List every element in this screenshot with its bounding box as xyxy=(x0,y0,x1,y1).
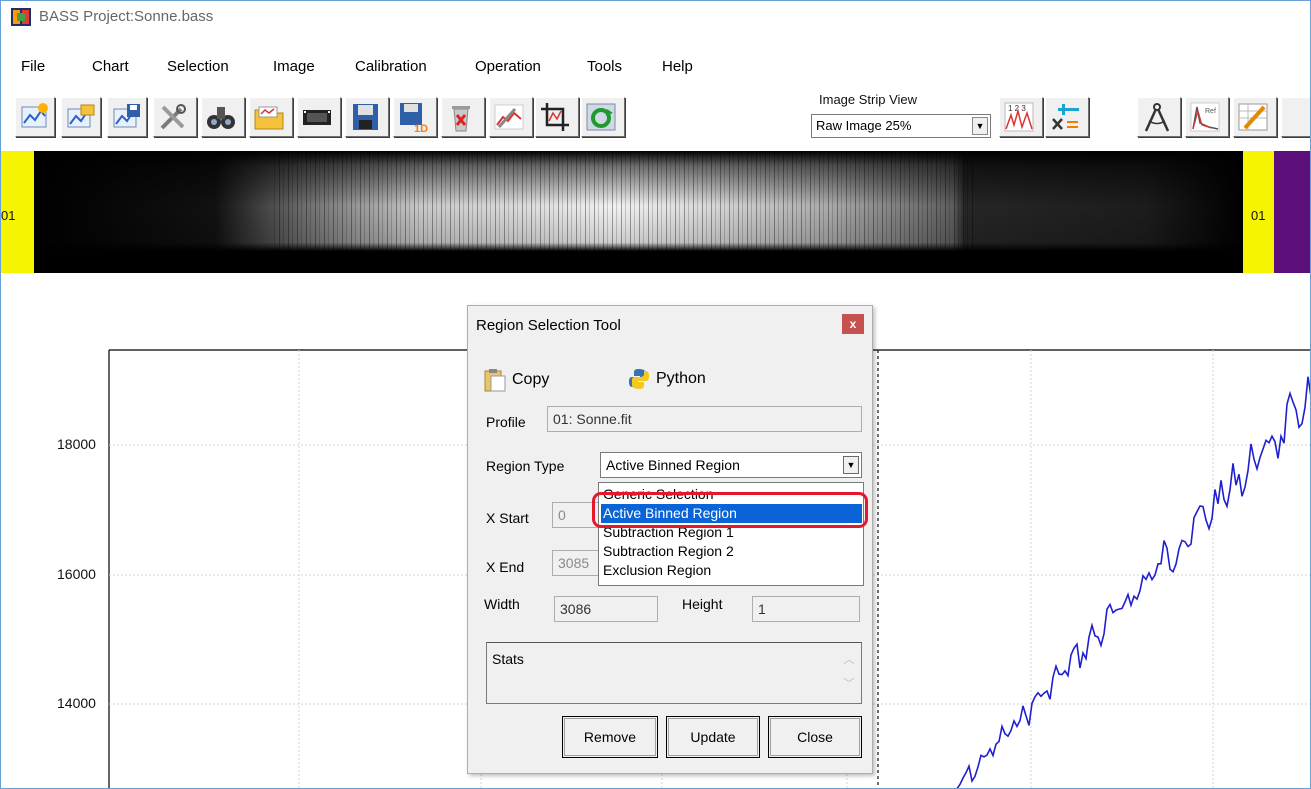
film-strip-icon xyxy=(303,110,331,125)
dialog-close-button[interactable]: x xyxy=(842,314,864,334)
close-button[interactable]: Close xyxy=(768,716,862,758)
width-field: 3086 xyxy=(554,596,658,622)
open-project-icon xyxy=(67,104,95,128)
open-folder-button[interactable] xyxy=(249,97,293,137)
settings-button[interactable] xyxy=(153,97,197,137)
menu-help[interactable]: Help xyxy=(662,58,693,76)
window-title: BASS Project:Sonne.bass xyxy=(39,8,214,25)
scroll-up-icon[interactable]: ︿ xyxy=(839,651,859,667)
dialog-title: Region Selection Tool xyxy=(476,317,621,334)
x-end-label: X End xyxy=(486,559,525,575)
menu-operation[interactable]: Operation xyxy=(475,58,541,76)
profile-field: 01: Sonne.fit xyxy=(547,406,862,432)
save-1d-icon: 1D xyxy=(400,103,428,133)
image-strip-view-select[interactable]: Raw Image 25% ▼ xyxy=(811,114,991,138)
menu-calibration[interactable]: Calibration xyxy=(355,58,427,76)
spectrum-image[interactable] xyxy=(34,151,1243,273)
reference-button[interactable]: Ref xyxy=(1185,97,1229,137)
film-strip-button[interactable] xyxy=(297,97,341,137)
save-project-icon xyxy=(113,104,140,128)
region-type-value: Active Binned Region xyxy=(606,457,740,473)
menu-chart[interactable]: Chart xyxy=(92,58,129,76)
main-window: BASS Project:Sonne.bass File Chart Selec… xyxy=(0,0,1311,789)
region-option-subtraction-region-2[interactable]: Subtraction Region 2 xyxy=(601,542,862,561)
line-id-button[interactable]: 1 2 3 xyxy=(999,97,1043,137)
highlight-annotation xyxy=(592,492,868,528)
menu-selection[interactable]: Selection xyxy=(167,58,229,76)
menu-bar: File Chart Selection Image Calibration O… xyxy=(1,33,1310,83)
save-icon xyxy=(353,104,378,130)
settings-tools-icon xyxy=(160,104,186,130)
y-tick-label: 18000 xyxy=(57,436,96,452)
menu-file[interactable]: File xyxy=(21,58,45,76)
binoculars-button[interactable] xyxy=(201,97,245,137)
region-option-exclusion-region[interactable]: Exclusion Region xyxy=(601,561,862,580)
save-1d-button[interactable]: 1D xyxy=(393,97,437,137)
refresh-icon xyxy=(586,103,616,131)
python-label: Python xyxy=(656,370,706,388)
stats-scrollbar[interactable]: ︿ ﹀ xyxy=(839,645,859,701)
y-tick-label: 16000 xyxy=(57,566,96,582)
y-tick-label: 14000 xyxy=(57,695,96,711)
image-strip-view-value: Raw Image 25% xyxy=(816,118,912,133)
save-button[interactable] xyxy=(345,97,389,137)
python-button[interactable]: Python xyxy=(628,368,706,390)
crop-button[interactable] xyxy=(535,97,579,137)
image-strip[interactable]: 01 01 xyxy=(1,151,1310,273)
toolbar: 1D 1 2 3 Ref xyxy=(1,85,1310,149)
width-label: Width xyxy=(484,596,520,612)
svg-text:1D: 1D xyxy=(414,123,428,133)
clipboard-icon xyxy=(484,369,506,392)
save-project-button[interactable] xyxy=(107,97,147,137)
chevron-down-icon[interactable]: ▼ xyxy=(972,117,988,135)
refresh-button[interactable] xyxy=(581,97,625,137)
open-project-button[interactable] xyxy=(61,97,101,137)
region-selection-dialog: Region Selection Tool x Copy Python Prof… xyxy=(467,305,873,774)
line-id-icon: 1 2 3 xyxy=(1004,102,1034,132)
menu-tools[interactable]: Tools xyxy=(587,58,622,76)
stats-label: Stats xyxy=(492,651,524,667)
x-start-label: X Start xyxy=(486,510,529,526)
spectrum-image-graphic xyxy=(34,151,1243,273)
calculator-button[interactable] xyxy=(1045,97,1089,137)
tools-graph-icon xyxy=(494,104,524,130)
height-label: Height xyxy=(682,596,723,612)
strip-purple-region xyxy=(1274,151,1310,273)
compass-icon xyxy=(1144,103,1170,132)
region-type-label: Region Type xyxy=(486,458,565,474)
svg-text:Ref: Ref xyxy=(1205,108,1216,115)
python-icon xyxy=(629,369,649,389)
crop-icon xyxy=(541,103,569,131)
toolbar-overflow-button[interactable] xyxy=(1281,97,1310,137)
delete-icon xyxy=(452,106,470,132)
strip-left-number: 01 xyxy=(1,208,16,223)
title-bar: BASS Project:Sonne.bass xyxy=(1,1,1310,33)
app-logo-icon xyxy=(11,8,31,26)
reference-icon: Ref xyxy=(1190,102,1220,132)
calculator-icon xyxy=(1052,104,1079,130)
strip-right-number: 01 xyxy=(1251,208,1266,223)
stats-box[interactable]: Stats ︿ ﹀ xyxy=(486,642,862,704)
tools-graph-button[interactable] xyxy=(489,97,533,137)
compass-button[interactable] xyxy=(1137,97,1181,137)
region-type-select[interactable]: Active Binned Region ▼ xyxy=(600,452,862,478)
copy-button[interactable]: Copy xyxy=(484,368,549,392)
open-folder-icon xyxy=(254,106,284,130)
profile-label: Profile xyxy=(486,414,526,430)
edit-chart-button[interactable] xyxy=(1233,97,1277,137)
delete-button[interactable] xyxy=(441,97,485,137)
edit-chart-icon xyxy=(1238,103,1268,131)
binoculars-icon xyxy=(207,107,235,129)
new-project-icon xyxy=(21,103,48,128)
update-button[interactable]: Update xyxy=(666,716,760,758)
new-project-button[interactable] xyxy=(15,97,55,137)
chevron-down-icon[interactable]: ▼ xyxy=(843,456,859,474)
remove-button[interactable]: Remove xyxy=(562,716,658,758)
menu-image[interactable]: Image xyxy=(273,58,315,76)
copy-label: Copy xyxy=(512,371,550,389)
scroll-down-icon[interactable]: ﹀ xyxy=(839,675,859,691)
image-strip-view-label: Image Strip View xyxy=(819,92,918,107)
height-field: 1 xyxy=(752,596,860,622)
